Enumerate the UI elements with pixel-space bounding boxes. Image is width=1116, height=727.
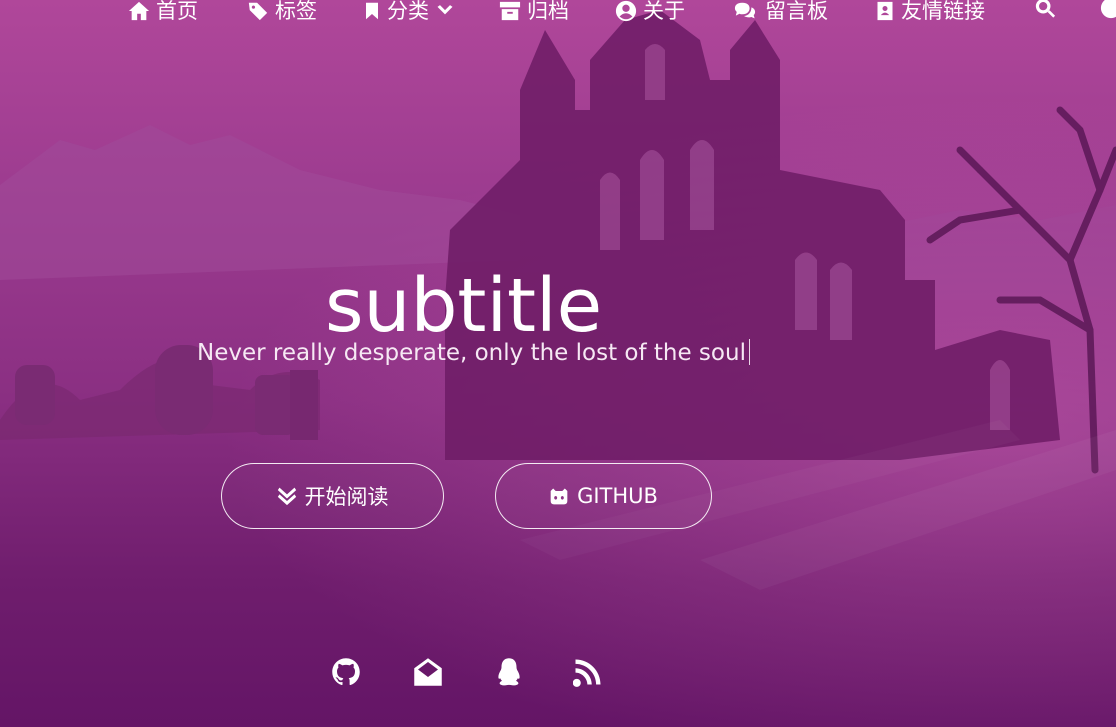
archive-icon bbox=[499, 1, 521, 21]
start-reading-button[interactable]: 开始阅读 bbox=[221, 463, 444, 529]
user-icon bbox=[1100, 0, 1116, 19]
hero-subtitle: Never really desperate, only the lost of… bbox=[197, 338, 750, 368]
search-icon bbox=[1035, 0, 1056, 18]
typed-text: Never really desperate, only the lost of… bbox=[197, 340, 746, 366]
social-rss-link[interactable] bbox=[570, 654, 606, 690]
nav-item-label: 分类 bbox=[387, 0, 429, 23]
typing-cursor bbox=[748, 339, 750, 365]
nav-item-guestbook[interactable]: 留言板 bbox=[731, 0, 828, 25]
top-navigation: 首页 标签 分类 归档 关于 留言板 友情链接 bbox=[0, 0, 1116, 24]
bookmark-icon bbox=[366, 2, 378, 20]
tags-icon bbox=[248, 2, 268, 21]
nav-item-label: 关于 bbox=[643, 0, 685, 23]
comments-icon bbox=[734, 2, 756, 19]
github-icon bbox=[332, 658, 360, 686]
qq-icon bbox=[498, 658, 520, 686]
nav-item-label: 首页 bbox=[156, 0, 198, 23]
nav-item-friend-links[interactable]: 友情链接 bbox=[875, 0, 985, 25]
nav-item-tags[interactable]: 标签 bbox=[247, 0, 317, 25]
home-icon bbox=[128, 1, 150, 21]
nav-item-home[interactable]: 首页 bbox=[128, 0, 198, 25]
nav-item-label: 留言板 bbox=[765, 0, 828, 23]
envelope-open-icon bbox=[414, 658, 442, 686]
nav-extra-button[interactable] bbox=[1100, 0, 1116, 19]
nav-search-button[interactable] bbox=[1034, 0, 1056, 19]
double-chevron-down-icon bbox=[277, 487, 296, 506]
chevron-down-icon bbox=[437, 5, 453, 15]
start-reading-label: 开始阅读 bbox=[304, 485, 389, 509]
nav-item-archive[interactable]: 归档 bbox=[499, 0, 569, 25]
nav-item-label: 友情链接 bbox=[901, 0, 985, 23]
github-cat-icon bbox=[550, 488, 568, 505]
user-circle-icon bbox=[615, 0, 637, 22]
nav-item-categories[interactable]: 分类 bbox=[363, 0, 455, 25]
nav-item-about[interactable]: 关于 bbox=[615, 0, 685, 25]
github-button[interactable]: GITHUB bbox=[495, 463, 712, 529]
rss-icon bbox=[573, 659, 601, 687]
social-github-link[interactable] bbox=[328, 654, 364, 690]
social-email-link[interactable] bbox=[410, 654, 446, 690]
nav-item-label: 标签 bbox=[275, 0, 317, 23]
address-book-icon bbox=[877, 1, 893, 21]
github-label: GITHUB bbox=[577, 484, 658, 508]
social-qq-link[interactable] bbox=[491, 654, 527, 690]
nav-item-label: 归档 bbox=[527, 0, 569, 23]
